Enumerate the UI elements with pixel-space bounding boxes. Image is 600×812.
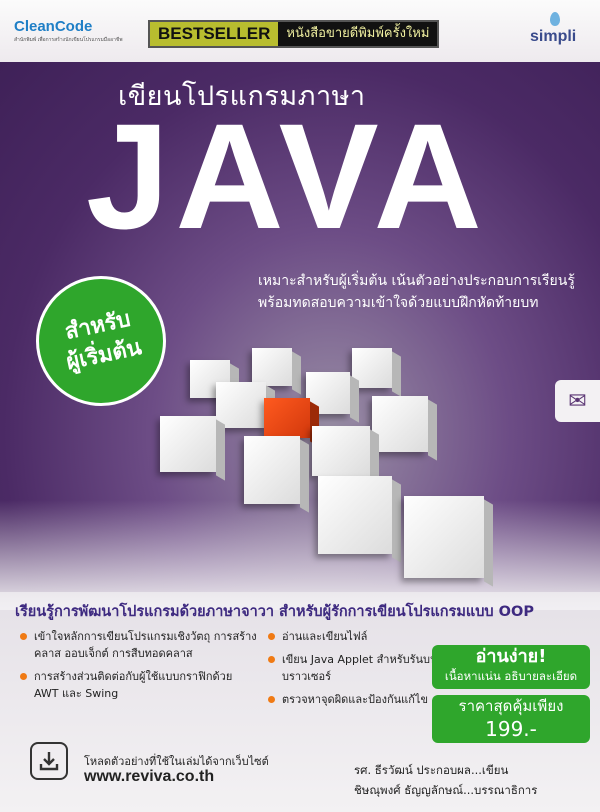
red-cube <box>264 398 310 438</box>
list-item: เข้าใจหลักการเขียนโปรแกรมเชิงวัตถุ การสร… <box>20 628 260 662</box>
bestseller-label: BESTSELLER <box>150 22 279 46</box>
mascot-icon: ✉ <box>555 380 600 422</box>
cube <box>312 426 370 476</box>
reprint-label: หนังสือขายดีพิมพ์ครั้งใหม่ <box>278 22 438 46</box>
list-item: การสร้างส่วนติดต่อกับผู้ใช้แบบกราฟิกด้วย… <box>20 668 260 702</box>
list-item: ตรวจหาจุดผิดและป้องกันแก้ไข <box>268 691 438 708</box>
list-item: เขียน Java Applet สำหรับรันบนบราวเซอร์ <box>268 651 438 685</box>
authors: รศ. ธีรวัฒน์ ประกอบผล...เขียน ชิษณุพงศ์ … <box>354 760 537 800</box>
author-writer: รศ. ธีรวัฒน์ ประกอบผล...เขียน <box>354 763 509 777</box>
description: เหมาะสำหรับผู้เริ่มต้น เน้นตัวอย่างประกอ… <box>258 270 593 314</box>
bestseller-badge: BESTSELLER หนังสือขายดีพิมพ์ครั้งใหม่ <box>148 20 440 48</box>
headline: เรียนรู้การพัฒนาโปรแกรมด้วยภาษาจาวา สำหร… <box>15 604 534 620</box>
price-box: ราคาสุดคุ้มเพียง 199.- <box>432 695 590 743</box>
price-value: 199.- <box>485 717 537 741</box>
cube <box>404 496 484 578</box>
cube <box>160 416 216 472</box>
description-line-2: พร้อมทดสอบความเข้าใจด้วยแบบฝึกหัดท้ายบท <box>258 295 539 311</box>
publisher-name: CleanCode <box>14 18 93 35</box>
book-cover: CleanCode สำนักพิมพ์ เพื่อการสร้างนักเขี… <box>0 0 600 812</box>
cube <box>252 348 292 386</box>
imprint-logo: simpli <box>530 12 577 46</box>
panel-fade <box>0 500 600 610</box>
features-left: เข้าใจหลักการเขียนโปรแกรมเชิงวัตถุ การสร… <box>20 628 260 708</box>
cube <box>244 436 300 504</box>
drop-icon <box>550 12 560 26</box>
features-right: อ่านและเขียนไฟล์ เขียน Java Applet สำหรั… <box>268 628 438 714</box>
download-icon <box>30 742 68 780</box>
description-line-1: เหมาะสำหรับผู้เริ่มต้น เน้นตัวอย่างประกอ… <box>258 273 575 289</box>
cube <box>372 396 428 452</box>
easy-read-sub: เนื้อหาแน่น อธิบายละเอียด <box>444 669 578 683</box>
author-editor: ชิษณุพงศ์ ธัญญลักษณ์...บรรณาธิการ <box>354 783 538 797</box>
price-label: ราคาสุดคุ้มเพียง <box>458 697 564 715</box>
download-url[interactable]: www.reviva.co.th <box>84 768 214 786</box>
cube <box>318 476 392 554</box>
imprint-name: simpli <box>530 28 577 45</box>
list-item: อ่านและเขียนไฟล์ <box>268 628 438 645</box>
book-title: JAVA <box>86 92 488 260</box>
easy-read-box: อ่านง่าย! เนื้อหาแน่น อธิบายละเอียด <box>432 645 590 689</box>
publisher-logo: CleanCode สำนักพิมพ์ เพื่อการสร้างนักเขี… <box>14 18 123 44</box>
publisher-tagline: สำนักพิมพ์ เพื่อการสร้างนักเขียนโปรแกรมม… <box>14 37 123 43</box>
cube <box>216 382 266 428</box>
easy-read-label: อ่านง่าย! <box>475 646 547 667</box>
